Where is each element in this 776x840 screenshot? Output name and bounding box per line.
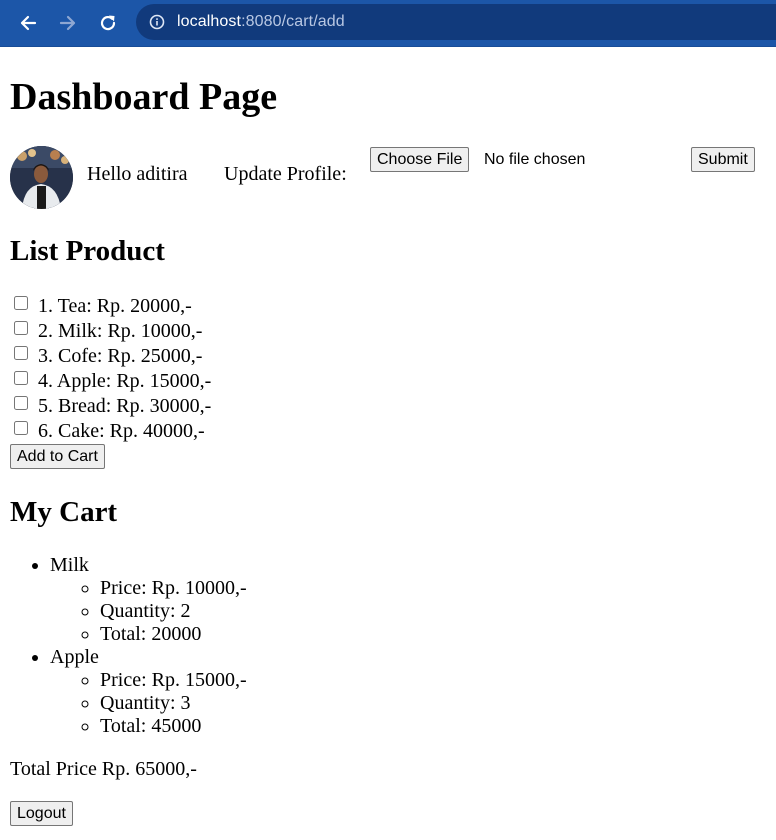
product-checkbox[interactable] bbox=[14, 295, 28, 310]
cart-item: Milk Price: Rp. 10000,- Quantity: 2 Tota… bbox=[50, 554, 247, 646]
choose-file-button[interactable]: Choose File bbox=[370, 147, 470, 172]
cart-item: Apple Price: Rp. 15000,- Quantity: 3 Tot… bbox=[50, 646, 247, 738]
logout-button[interactable]: Logout bbox=[10, 801, 73, 826]
product-item: 1. Tea: Rp. 20000,- bbox=[10, 294, 211, 319]
product-item: 2. Milk: Rp. 10000,- bbox=[10, 319, 211, 344]
product-item: 6. Cake: Rp. 40000,- bbox=[10, 419, 211, 444]
arrow-left-icon bbox=[20, 15, 37, 31]
product-checkbox[interactable] bbox=[14, 370, 28, 385]
url-text: localhost:8080/cart/add bbox=[177, 13, 345, 31]
reload-icon bbox=[100, 15, 116, 31]
product-checkbox[interactable] bbox=[14, 420, 28, 435]
avatar bbox=[10, 146, 73, 209]
cart-item-name: Milk bbox=[50, 554, 89, 576]
reload-button[interactable] bbox=[92, 7, 124, 39]
back-button[interactable] bbox=[12, 7, 44, 39]
cart-item-quantity: Quantity: 2 bbox=[100, 600, 247, 623]
cart-item-details: Price: Rp. 10000,- Quantity: 2 Total: 20… bbox=[50, 577, 247, 646]
url-host: localhost bbox=[177, 13, 242, 30]
cart-item-name: Apple bbox=[50, 646, 99, 668]
product-item: 5. Bread: Rp. 30000,- bbox=[10, 394, 211, 419]
product-label: 1. Tea: Rp. 20000,- bbox=[38, 295, 192, 317]
product-label: 4. Apple: Rp. 15000,- bbox=[38, 370, 212, 392]
address-bar[interactable]: localhost:8080/cart/add bbox=[136, 4, 776, 40]
product-label: 6. Cake: Rp. 40000,- bbox=[38, 420, 205, 442]
product-list: 1. Tea: Rp. 20000,- 2. Milk: Rp. 10000,-… bbox=[10, 294, 211, 444]
product-item: 3. Cofe: Rp. 25000,- bbox=[10, 344, 211, 369]
cart-item-details: Price: Rp. 15000,- Quantity: 3 Total: 45… bbox=[50, 669, 247, 738]
update-profile-label: Update Profile: bbox=[224, 163, 347, 185]
browser-toolbar: localhost:8080/cart/add bbox=[0, 0, 776, 47]
url-path: :8080/cart/add bbox=[241, 13, 345, 30]
cart-item-total: Total: 45000 bbox=[100, 715, 247, 738]
product-label: 3. Cofe: Rp. 25000,- bbox=[38, 345, 203, 367]
cart-list: Milk Price: Rp. 10000,- Quantity: 2 Tota… bbox=[10, 554, 247, 738]
profile-section: Hello aditira Update Profile: Choose Fil… bbox=[10, 146, 766, 210]
product-checkbox[interactable] bbox=[14, 395, 28, 410]
cart-item-price: Price: Rp. 10000,- bbox=[100, 577, 247, 600]
cart-item-quantity: Quantity: 3 bbox=[100, 692, 247, 715]
add-to-cart-button[interactable]: Add to Cart bbox=[10, 444, 105, 469]
my-cart-heading: My Cart bbox=[10, 496, 118, 528]
product-label: 5. Bread: Rp. 30000,- bbox=[38, 395, 212, 417]
file-status-text: No file chosen bbox=[484, 151, 586, 168]
cart-item-price: Price: Rp. 15000,- bbox=[100, 669, 247, 692]
info-icon[interactable] bbox=[148, 13, 166, 31]
submit-button[interactable]: Submit bbox=[691, 147, 755, 172]
cart-item-total: Total: 20000 bbox=[100, 623, 247, 646]
product-checkbox[interactable] bbox=[14, 320, 28, 335]
greeting-text: Hello aditira bbox=[87, 163, 188, 185]
list-product-heading: List Product bbox=[10, 235, 165, 267]
arrow-right-icon bbox=[59, 15, 76, 31]
total-price-text: Total Price Rp. 65000,- bbox=[10, 758, 197, 780]
product-item: 4. Apple: Rp. 15000,- bbox=[10, 369, 211, 394]
product-checkbox[interactable] bbox=[14, 345, 28, 360]
forward-button[interactable] bbox=[52, 7, 84, 39]
product-label: 2. Milk: Rp. 10000,- bbox=[38, 320, 203, 342]
page-title: Dashboard Page bbox=[10, 76, 278, 118]
